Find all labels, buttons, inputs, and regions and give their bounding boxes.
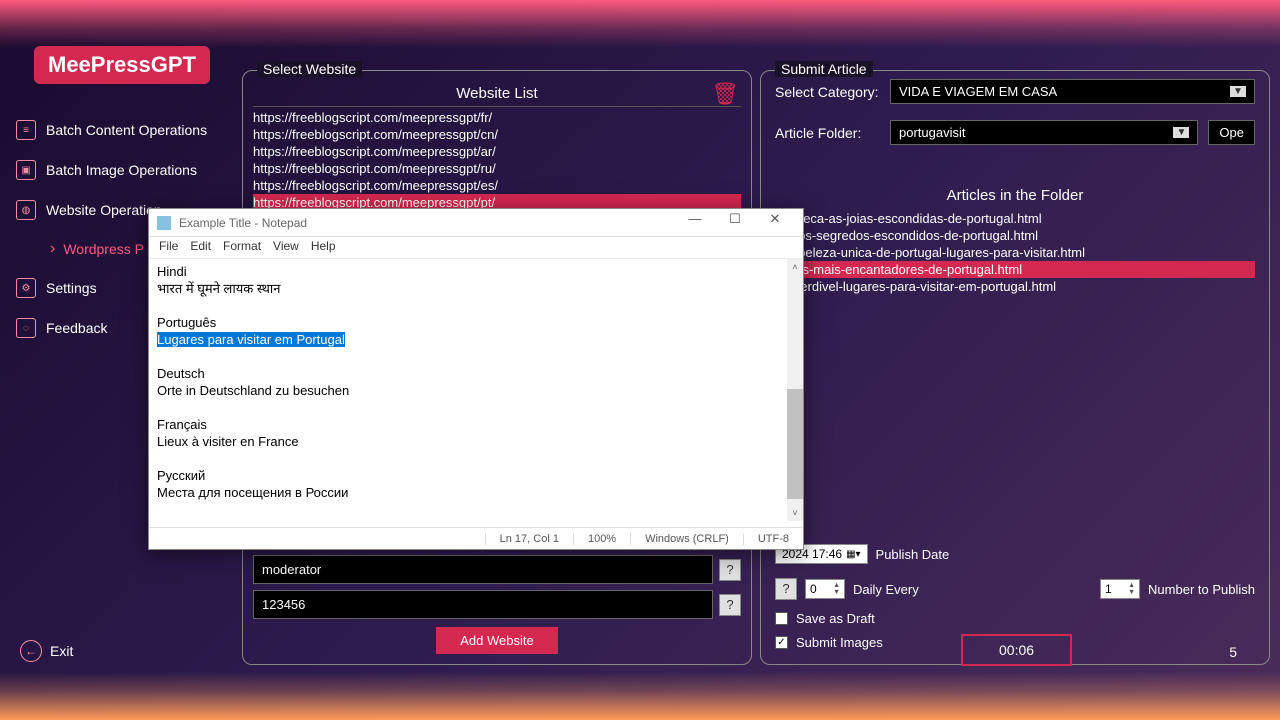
trash-icon[interactable]: 🗑 bbox=[711, 81, 739, 107]
notepad-menu: File Edit Format View Help bbox=[149, 237, 803, 259]
sidebar-sub-label: Wordpress P bbox=[63, 241, 144, 257]
username-input[interactable] bbox=[253, 555, 713, 584]
number-publish-input[interactable]: 1 ▲▼ bbox=[1100, 579, 1140, 599]
articles-title: Articles in the Folder bbox=[761, 187, 1269, 204]
save-draft-label: Save as Draft bbox=[796, 611, 875, 626]
spinner-arrows-icon[interactable]: ▲▼ bbox=[833, 582, 840, 596]
sidebar-item-label: Settings bbox=[46, 280, 97, 296]
article-row[interactable]: bra-os-segredos-escondidos-de-portugal.h… bbox=[775, 227, 1255, 244]
folder-select[interactable]: portugavisit ▼ bbox=[890, 120, 1198, 145]
scrollbar[interactable]: ˄ ˅ bbox=[787, 259, 803, 521]
number-publish-label: Number to Publish bbox=[1148, 582, 1255, 597]
close-button[interactable]: ✕ bbox=[755, 211, 795, 235]
notepad-text-area[interactable]: Hindiभारत में घूमने लायक स्थान Português… bbox=[149, 259, 803, 513]
maximize-button[interactable]: ☐ bbox=[715, 211, 755, 235]
document-icon: ≡ bbox=[16, 120, 36, 140]
help-button[interactable]: ? bbox=[719, 559, 741, 581]
spinner-value: 0 bbox=[810, 582, 817, 596]
notepad-title: Example Title - Notepad bbox=[179, 216, 307, 230]
article-row[interactable]: -imperdivel-lugares-para-visitar-em-port… bbox=[775, 278, 1255, 295]
chevron-down-icon: ▼ bbox=[1230, 86, 1246, 97]
article-row[interactable]: stinos-mais-encantadores-de-portugal.htm… bbox=[775, 261, 1255, 278]
category-value: VIDA E VIAGEM EM CASA bbox=[899, 84, 1057, 99]
sidebar-item-label: Batch Image Operations bbox=[46, 162, 197, 178]
save-draft-checkbox[interactable] bbox=[775, 612, 788, 625]
chevron-right-icon: › bbox=[50, 240, 55, 258]
website-row[interactable]: https://freeblogscript.com/meepressgpt/f… bbox=[253, 109, 741, 126]
globe-icon: ◍ bbox=[16, 200, 36, 220]
article-row[interactable]: e-a-beleza-unica-de-portugal-lugares-par… bbox=[775, 244, 1255, 261]
app-logo: MeePressGPT bbox=[34, 46, 210, 84]
password-input[interactable] bbox=[253, 590, 713, 619]
exit-button[interactable]: ← Exit bbox=[20, 640, 73, 662]
notepad-titlebar[interactable]: Example Title - Notepad ― ☐ ✕ bbox=[149, 209, 803, 237]
website-row[interactable]: https://freeblogscript.com/meepressgpt/c… bbox=[253, 126, 741, 143]
help-button[interactable]: ? bbox=[719, 594, 741, 616]
scroll-thumb[interactable] bbox=[787, 389, 803, 499]
article-row[interactable]: conheca-as-joias-escondidas-de-portugal.… bbox=[775, 210, 1255, 227]
sidebar-item-label: Website Operation bbox=[46, 202, 162, 218]
submit-article-panel: Submit Article Select Category: VIDA E V… bbox=[760, 70, 1270, 665]
menu-file[interactable]: File bbox=[159, 239, 178, 256]
daily-every-label: Daily Every bbox=[853, 582, 919, 597]
add-website-button[interactable]: Add Website bbox=[436, 627, 557, 654]
scroll-up-icon[interactable]: ˄ bbox=[787, 259, 803, 275]
folder-value: portugavisit bbox=[899, 125, 965, 140]
website-row[interactable]: https://freeblogscript.com/meepressgpt/r… bbox=[253, 160, 741, 177]
folder-label: Article Folder: bbox=[775, 125, 880, 141]
notepad-window: Example Title - Notepad ― ☐ ✕ File Edit … bbox=[148, 208, 804, 550]
daily-every-input[interactable]: 0 ▲▼ bbox=[805, 579, 845, 599]
submit-images-label: Submit Images bbox=[796, 635, 883, 650]
spinner-value: 1 bbox=[1105, 582, 1112, 596]
timer-display: 00:06 bbox=[961, 634, 1072, 666]
category-select[interactable]: VIDA E VIAGEM EM CASA ▼ bbox=[890, 79, 1255, 104]
panel-title: Submit Article bbox=[775, 61, 873, 77]
status-zoom: 100% bbox=[573, 533, 630, 545]
calendar-icon: ▦▾ bbox=[846, 549, 860, 560]
publish-date-label: Publish Date bbox=[876, 547, 950, 562]
exit-label: Exit bbox=[50, 643, 73, 659]
notepad-icon bbox=[157, 216, 171, 230]
menu-view[interactable]: View bbox=[273, 239, 299, 256]
sidebar-item-label: Feedback bbox=[46, 320, 107, 336]
status-eol: Windows (CRLF) bbox=[630, 533, 743, 545]
sidebar-item-label: Batch Content Operations bbox=[46, 122, 207, 138]
exit-icon: ← bbox=[20, 640, 42, 662]
menu-edit[interactable]: Edit bbox=[190, 239, 211, 256]
count-display: 5 bbox=[1229, 644, 1237, 660]
chat-icon: ◌ bbox=[16, 318, 36, 338]
submit-images-checkbox[interactable]: ✓ bbox=[775, 636, 788, 649]
gear-icon: ⚙ bbox=[16, 278, 36, 298]
article-list[interactable]: conheca-as-joias-escondidas-de-portugal.… bbox=[775, 210, 1255, 295]
minimize-button[interactable]: ― bbox=[675, 211, 715, 235]
website-list-title: Website List bbox=[253, 85, 741, 107]
website-row[interactable]: https://freeblogscript.com/meepressgpt/a… bbox=[253, 143, 741, 160]
open-button[interactable]: Ope bbox=[1208, 120, 1255, 145]
spinner-arrows-icon[interactable]: ▲▼ bbox=[1128, 582, 1135, 596]
sidebar-item-batch-content[interactable]: ≡ Batch Content Operations bbox=[10, 110, 230, 150]
menu-help[interactable]: Help bbox=[311, 239, 336, 256]
help-button[interactable]: ? bbox=[775, 578, 797, 600]
notepad-statusbar: Ln 17, Col 1 100% Windows (CRLF) UTF-8 bbox=[149, 527, 803, 549]
status-position: Ln 17, Col 1 bbox=[485, 533, 573, 545]
menu-format[interactable]: Format bbox=[223, 239, 261, 256]
category-label: Select Category: bbox=[775, 84, 880, 100]
sidebar-item-batch-image[interactable]: ▣ Batch Image Operations bbox=[10, 150, 230, 190]
chevron-down-icon: ▼ bbox=[1173, 127, 1189, 138]
website-row[interactable]: https://freeblogscript.com/meepressgpt/e… bbox=[253, 177, 741, 194]
status-encoding: UTF-8 bbox=[743, 533, 803, 545]
image-icon: ▣ bbox=[16, 160, 36, 180]
panel-title: Select Website bbox=[257, 61, 362, 77]
scroll-down-icon[interactable]: ˅ bbox=[787, 505, 803, 521]
